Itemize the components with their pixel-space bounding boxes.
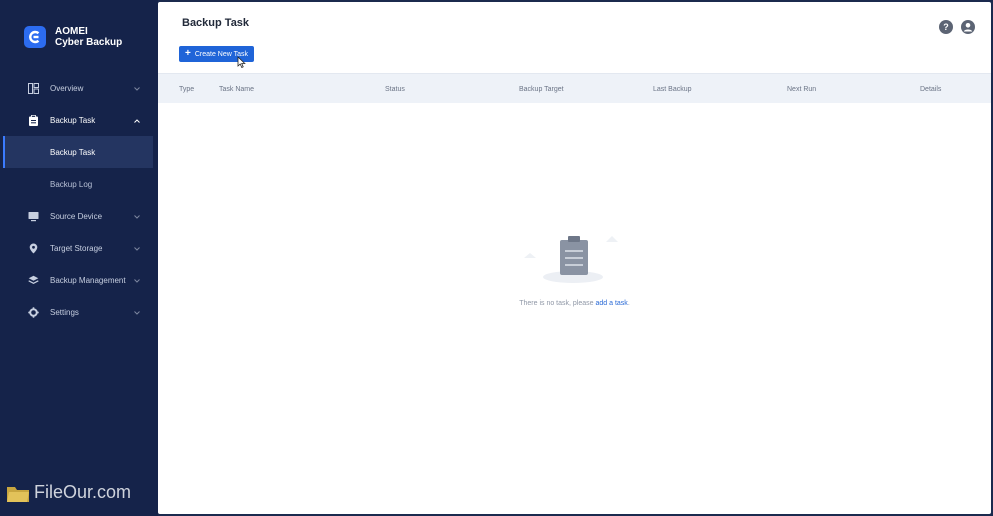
gear-icon — [28, 306, 39, 318]
folder-logo-icon — [6, 483, 30, 503]
location-pin-icon — [28, 243, 39, 254]
sidebar-item-source-device[interactable]: Source Device — [0, 200, 158, 232]
svg-text:?: ? — [943, 22, 949, 32]
chevron-up-icon — [134, 116, 140, 125]
help-icon[interactable]: ? — [939, 20, 953, 39]
column-header-status: Status — [385, 86, 405, 93]
chevron-down-icon — [134, 212, 140, 221]
clipboard-icon — [28, 114, 39, 126]
monitor-icon — [28, 211, 39, 222]
sidebar-item-label: Settings — [50, 307, 79, 317]
brand-product: Cyber Backup — [55, 37, 123, 48]
sidebar-item-label: Overview — [50, 83, 84, 93]
sidebar-item-overview[interactable]: Overview — [0, 72, 158, 104]
page-title: Backup Task — [182, 17, 250, 29]
sidebar-subitem-backup-log[interactable]: Backup Log — [0, 168, 158, 200]
sidebar-item-label: Target Storage — [50, 243, 103, 253]
sidebar-item-settings[interactable]: Settings — [0, 296, 158, 328]
sidebar-item-label: Backup Task — [50, 115, 96, 125]
watermark-text: FileOur.com — [34, 482, 132, 502]
chevron-down-icon — [134, 244, 140, 253]
dashboard-icon — [28, 82, 39, 94]
column-header-last-backup: Last Backup — [653, 86, 692, 93]
header-actions: ? — [939, 20, 975, 39]
sidebar: AOMEI Cyber Backup Overview Backup Task … — [0, 0, 158, 516]
sidebar-item-backup-management[interactable]: Backup Management — [0, 264, 158, 296]
table-header: Type Task Name Status Backup Target Last… — [158, 73, 991, 103]
watermark: FileOur.com — [6, 482, 131, 503]
add-task-link[interactable]: add a task — [596, 300, 628, 307]
column-header-type: Type — [179, 86, 195, 93]
column-header-details: Details — [920, 86, 942, 93]
empty-state-suffix: . — [627, 300, 630, 307]
empty-state-message: There is no task, please add a task. — [158, 300, 991, 307]
sidebar-item-label: Backup Management — [50, 275, 126, 285]
brand: AOMEI Cyber Backup — [24, 26, 122, 48]
column-header-task-name: Task Name — [219, 86, 255, 93]
chevron-down-icon — [134, 308, 140, 317]
plus-icon: + — [185, 48, 191, 59]
mouse-pointer-icon — [237, 55, 246, 73]
sidebar-item-label: Source Device — [50, 211, 103, 221]
layers-icon — [28, 275, 39, 286]
brand-name: AOMEI — [55, 26, 88, 37]
chevron-down-icon — [134, 84, 140, 93]
main-panel: Backup Task ? + Create New Task Type Tas… — [158, 2, 991, 514]
column-header-next-run: Next Run — [787, 86, 817, 93]
sidebar-subitem-backup-task[interactable]: Backup Task — [3, 136, 153, 168]
sidebar-nav: Overview Backup Task Backup Task Backup … — [0, 72, 158, 328]
column-header-backup-target: Backup Target — [519, 86, 564, 93]
c-logo-icon — [24, 26, 46, 48]
sidebar-item-backup-task[interactable]: Backup Task — [0, 104, 158, 136]
sidebar-item-target-storage[interactable]: Target Storage — [0, 232, 158, 264]
empty-state-illustration — [516, 230, 626, 290]
chevron-down-icon — [134, 276, 140, 285]
user-icon[interactable] — [961, 20, 975, 39]
empty-state-text: There is no task, please — [519, 300, 594, 307]
